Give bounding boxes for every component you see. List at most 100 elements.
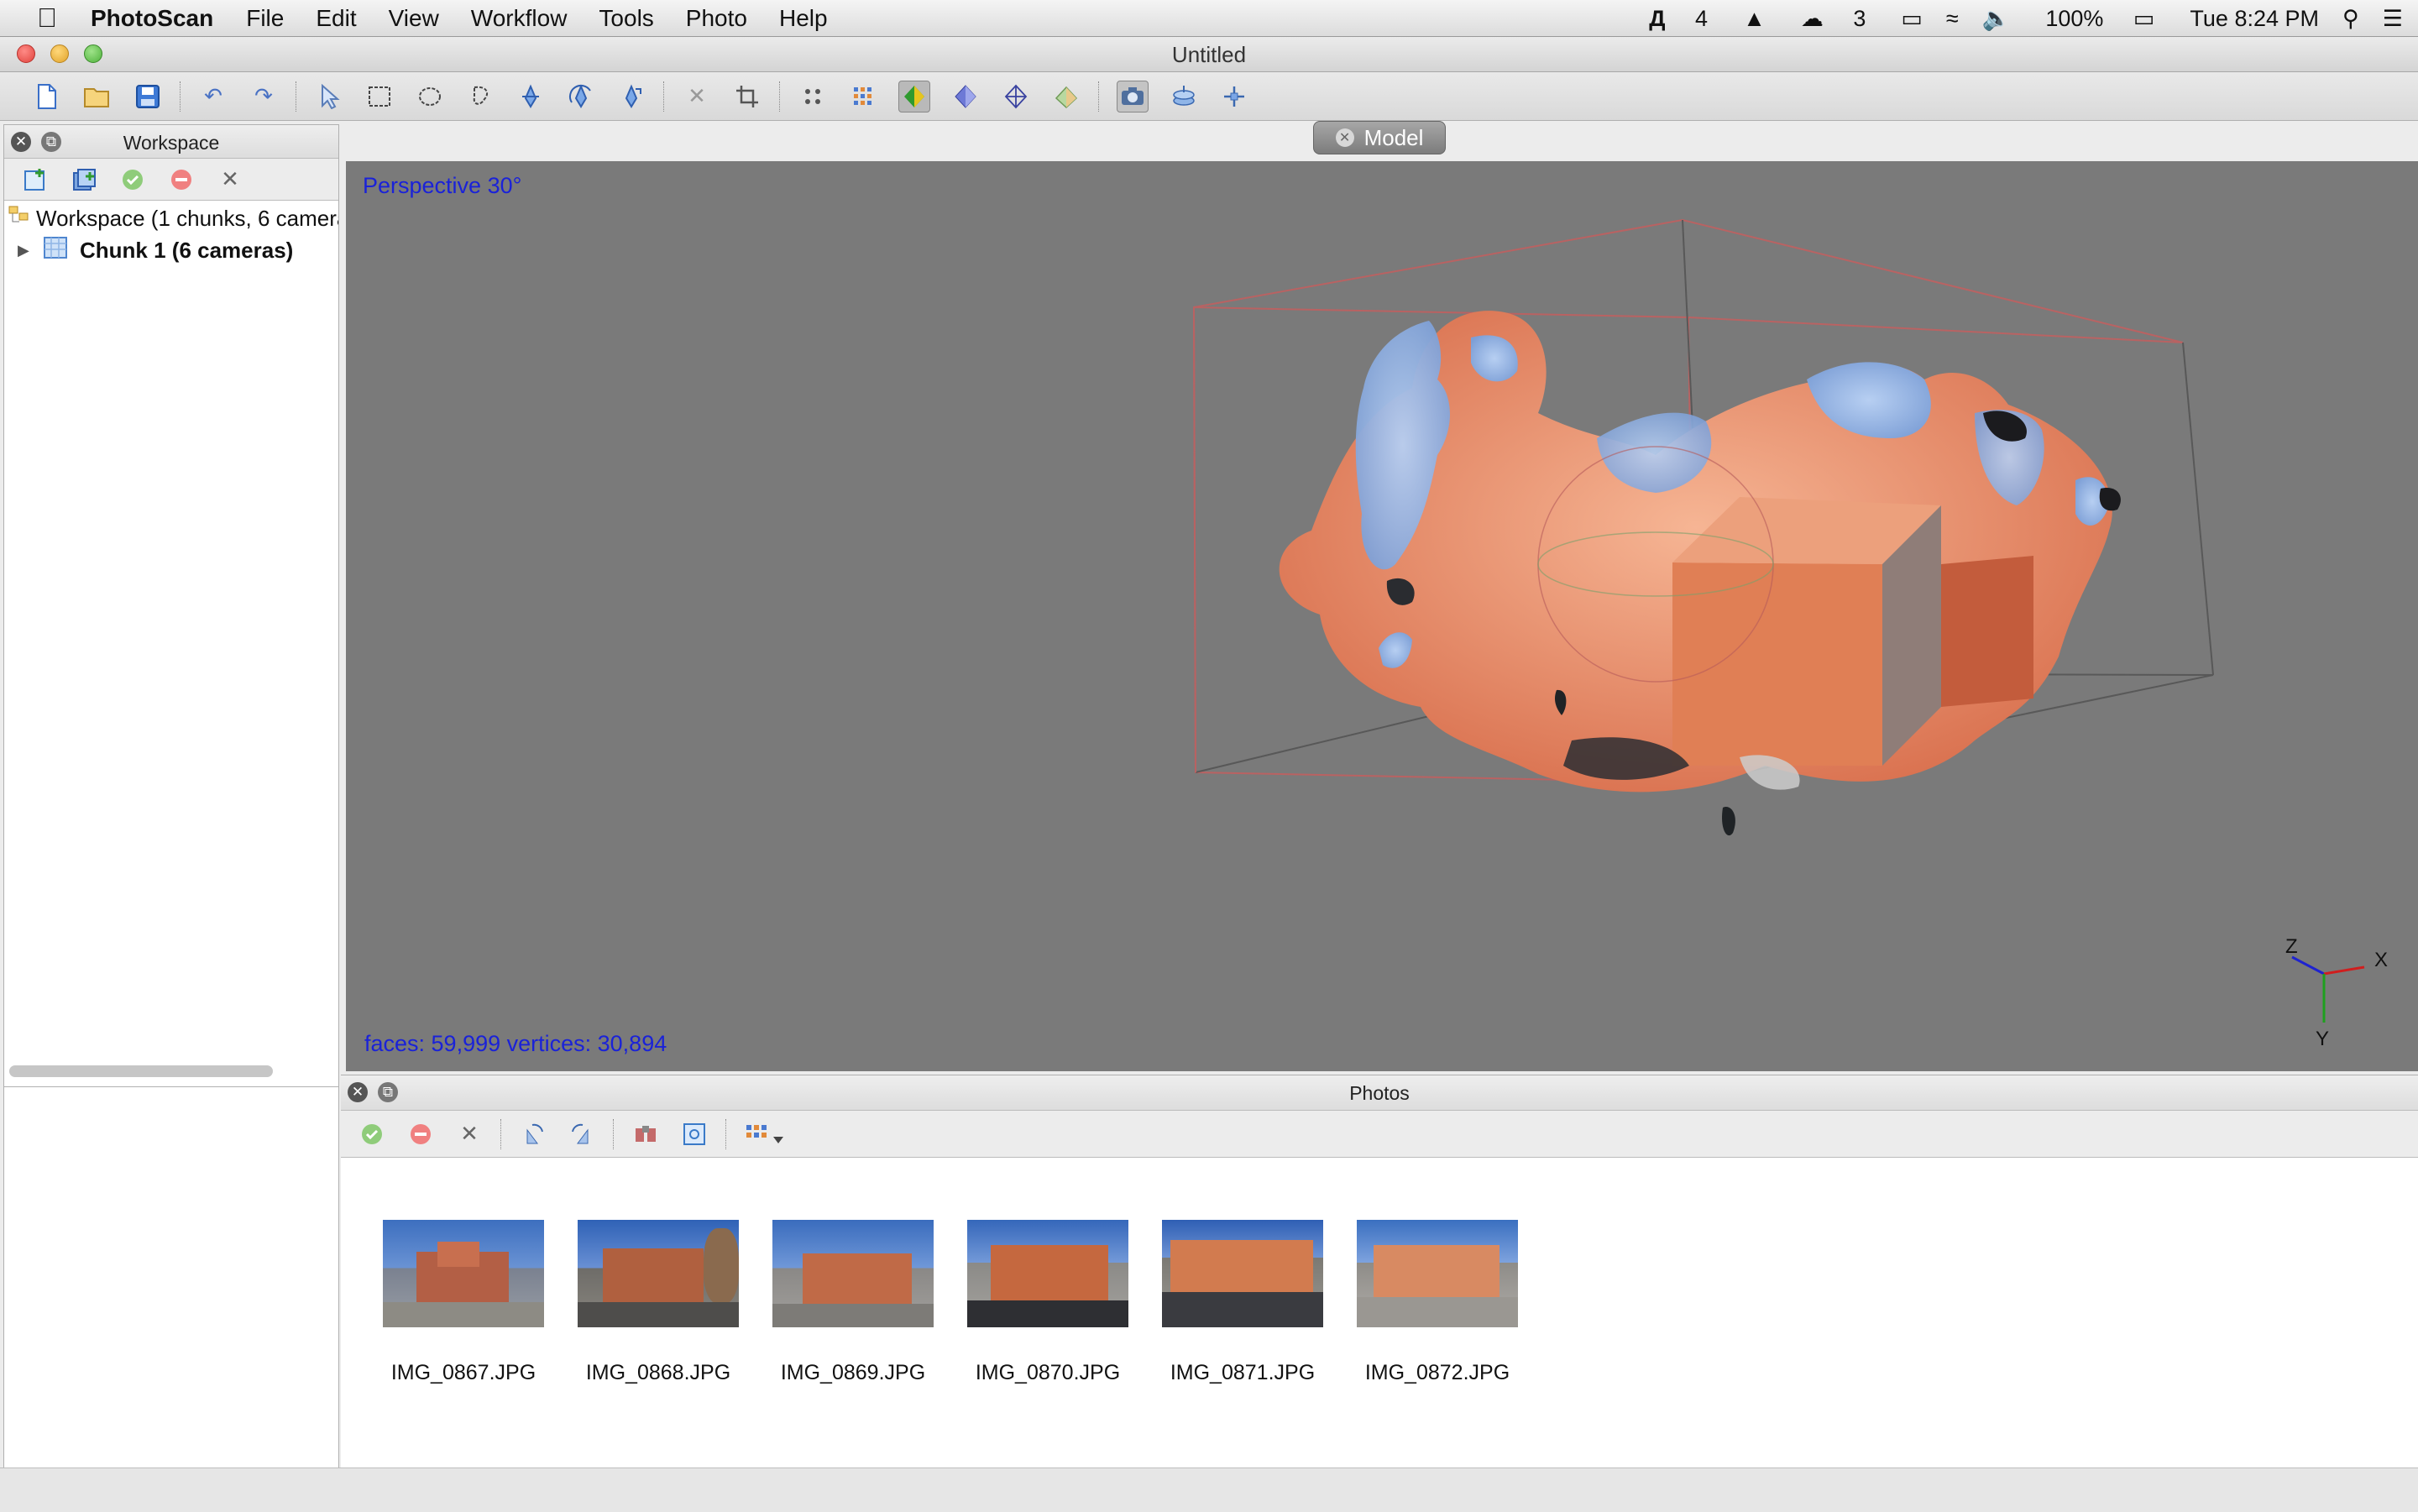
spotlight-search-icon[interactable]: ⚲ [2342, 6, 2359, 32]
model-scene [1192, 218, 2365, 1023]
photos-panel-header: ✕ ⧉ Photos [341, 1075, 2418, 1111]
apple-menu-icon[interactable]:  [29, 3, 65, 34]
rect-select-icon[interactable] [364, 81, 395, 112]
photo-filename: IMG_0870.JPG [975, 1361, 1121, 1384]
expand-arrow-icon[interactable]: ▶ [18, 242, 36, 259]
enable-cameras-icon[interactable] [118, 165, 147, 194]
adobe-count: 4 [1695, 5, 1709, 31]
disable-cameras-icon[interactable] [406, 1120, 435, 1148]
battery-icon: ▭ [2133, 5, 2155, 31]
close-tab-icon[interactable]: ✕ [1335, 128, 1354, 147]
redo-icon[interactable]: ↷ [249, 81, 279, 112]
menu-file[interactable]: File [246, 5, 284, 32]
toolbar-separator [725, 1118, 727, 1149]
photo-thumbnails: IMG_0867.JPG IMG_0868.JPG IMG_0869.JPG I… [366, 1220, 1535, 1385]
photo-thumbnail[interactable]: IMG_0870.JPG [950, 1220, 1145, 1385]
crop-icon[interactable] [732, 81, 762, 112]
menu-tools[interactable]: Tools [599, 5, 653, 32]
menu-workflow[interactable]: Workflow [471, 5, 568, 32]
reset-view-icon[interactable] [1169, 81, 1199, 112]
menu-view[interactable]: View [389, 5, 439, 32]
pointer-icon[interactable] [314, 81, 344, 112]
model-tab[interactable]: ✕ Model [1313, 121, 1446, 154]
photo-thumbnail[interactable]: IMG_0868.JPG [561, 1220, 756, 1385]
enable-cameras-icon[interactable] [358, 1120, 386, 1148]
wireframe-model-icon[interactable] [1001, 81, 1031, 112]
new-file-icon[interactable] [32, 81, 62, 112]
delete-icon[interactable]: ✕ [682, 81, 712, 112]
rotate-object-icon[interactable] [566, 81, 596, 112]
rotate-right-icon[interactable] [568, 1120, 596, 1148]
status-menus: Д 4 ▲ ☁ 3 ▭ ≈ 🔈 100% ▭ Tue 8:24 PM ⚲ ☰ [1625, 0, 2418, 37]
toolbar-separator [663, 81, 665, 112]
creative-cloud-status[interactable]: ☁ 3 [1789, 6, 1878, 32]
photo-image [772, 1220, 934, 1327]
save-icon[interactable] [133, 81, 163, 112]
tree-item-chunk-1[interactable]: ▶ Chunk 1 (6 cameras) [4, 234, 338, 266]
shaded-model-icon[interactable] [898, 80, 930, 112]
projection-label: Perspective 30° [363, 173, 522, 198]
photos-toolbar: ✕ [341, 1111, 2418, 1158]
menu-edit[interactable]: Edit [316, 5, 356, 32]
creative-cloud-icon: ☁ [1800, 5, 1824, 31]
view-mode-dropdown-icon[interactable] [744, 1120, 789, 1148]
axis-x-label: X [2374, 949, 2389, 971]
clock[interactable]: Tue 8:24 PM [2190, 6, 2319, 32]
google-drive-icon[interactable]: ▲ [1743, 6, 1766, 32]
tree-item-workspace[interactable]: Workspace (1 chunks, 6 cameras) [4, 202, 338, 234]
add-photos-icon[interactable] [70, 165, 98, 194]
points-icon[interactable] [798, 81, 828, 112]
title-bar[interactable]: Untitled [0, 37, 2418, 72]
workspace-title: Workspace [123, 132, 220, 154]
horizontal-scrollbar[interactable] [9, 1065, 273, 1077]
move-object-icon[interactable] [516, 81, 546, 112]
chunk-label: Chunk 1 (6 cameras) [80, 237, 294, 263]
workspace-toolbar: ✕ [4, 159, 338, 201]
toolbar-separator [180, 81, 181, 112]
adobe-updates-status[interactable]: Д 4 [1637, 6, 1719, 32]
airplay-icon[interactable]: ▭ [1901, 6, 1923, 32]
battery-status[interactable]: 100% ▭ [2033, 6, 2166, 32]
wifi-icon[interactable]: ≈ [1946, 6, 1959, 32]
battery-percent: 100% [2045, 5, 2104, 31]
empty-properties-panel [3, 1086, 339, 1506]
disable-cameras-icon[interactable] [167, 165, 196, 194]
photo-image [967, 1220, 1128, 1327]
textured-model-icon[interactable] [1051, 81, 1081, 112]
undo-icon[interactable]: ↶ [198, 81, 228, 112]
remove-photos-icon[interactable]: ✕ [455, 1120, 484, 1148]
circle-select-icon[interactable] [415, 81, 445, 112]
axis-y-label: Y [2316, 1028, 2330, 1050]
photo-thumbnail[interactable]: IMG_0871.JPG [1145, 1220, 1340, 1385]
photo-thumbnail[interactable]: IMG_0867.JPG [366, 1220, 561, 1385]
workspace-panel-header: ✕ ⧉ Workspace [4, 125, 338, 159]
open-folder-icon[interactable] [82, 81, 113, 112]
rotate-left-icon[interactable] [519, 1120, 547, 1148]
workspace-root-label: Workspace (1 chunks, 6 cameras) [36, 205, 338, 231]
photo-filename: IMG_0871.JPG [1170, 1361, 1316, 1384]
camera-view-icon[interactable] [680, 1120, 709, 1148]
free-select-icon[interactable] [465, 81, 495, 112]
volume-icon[interactable]: 🔈 [1982, 5, 2011, 32]
remove-items-icon[interactable]: ✕ [216, 165, 244, 194]
toolbar-separator [500, 1118, 502, 1149]
workspace-icon [8, 205, 31, 233]
photo-thumbnail[interactable]: IMG_0869.JPG [756, 1220, 950, 1385]
add-chunk-icon[interactable] [21, 165, 50, 194]
dense-cloud-icon[interactable] [848, 81, 878, 112]
cameras-icon[interactable] [1117, 80, 1149, 112]
model-viewport[interactable]: Perspective 30° faces: 59,999 vertices: … [346, 161, 2418, 1071]
resize-object-icon[interactable] [616, 81, 646, 112]
photo-thumbnail[interactable]: IMG_0872.JPG [1340, 1220, 1535, 1385]
solid-model-icon[interactable] [950, 81, 981, 112]
detect-markers-icon[interactable] [631, 1120, 660, 1148]
notification-center-icon[interactable]: ☰ [2383, 6, 2403, 32]
app-menu[interactable]: PhotoScan [91, 5, 213, 32]
menu-help[interactable]: Help [779, 5, 828, 32]
chunk-icon [43, 236, 68, 265]
workspace-panel: ✕ ⧉ Workspace ✕ Workspace (1 chunks, 6 c… [3, 124, 339, 1090]
menu-photo[interactable]: Photo [686, 5, 747, 32]
photo-image [578, 1220, 739, 1327]
navigation-icon[interactable] [1219, 81, 1249, 112]
photos-title: Photos [1349, 1082, 1410, 1104]
